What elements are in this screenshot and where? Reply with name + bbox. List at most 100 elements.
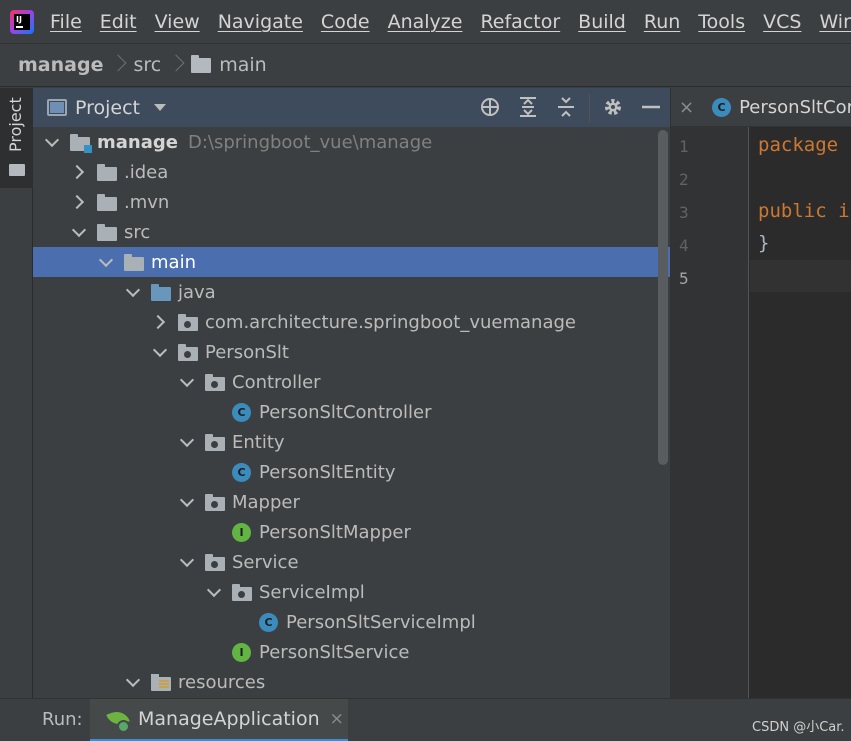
chevron-right-icon[interactable] [151, 313, 169, 331]
tree-item-src[interactable]: src [33, 217, 670, 247]
tree-item-personslt-service[interactable]: I PersonSltService [33, 637, 670, 667]
class-icon: C [232, 463, 252, 482]
tree-item-label: Entity [232, 431, 285, 453]
tree-item-personslt[interactable]: PersonSlt [33, 337, 670, 367]
project-tree: manage D:\springboot_vue\manage .idea .m… [33, 127, 670, 698]
tree-item-resources[interactable]: resources [33, 667, 670, 697]
tree-item-serviceimpl[interactable]: ServiceImpl [33, 577, 670, 607]
tree-item-label: .idea [124, 161, 169, 183]
tree-item-label: ServiceImpl [259, 581, 365, 603]
tree-item-controller[interactable]: Controller [33, 367, 670, 397]
tree-item-mvn[interactable]: .mvn [33, 187, 670, 217]
project-view-icon [47, 99, 67, 116]
gear-icon[interactable] [594, 88, 632, 127]
spring-boot-icon [108, 708, 130, 733]
chevron-down-icon[interactable] [205, 583, 223, 601]
breadcrumb: manage src main [0, 43, 851, 87]
chevron-right-icon [111, 53, 125, 77]
tree-item-personslt-serviceimpl[interactable]: C PersonSltServiceImpl [33, 607, 670, 637]
source-folder-icon [151, 283, 171, 301]
tree-item-mapper[interactable]: Mapper [33, 487, 670, 517]
tree-item-personslt-mapper[interactable]: I PersonSltMapper [33, 517, 670, 547]
menu-file[interactable]: File [50, 11, 82, 33]
breadcrumb-item-main[interactable]: main [219, 54, 266, 76]
menu-bar: IJ File Edit View Navigate Code Analyze … [0, 0, 851, 43]
watermark: CSDN @小Car. [752, 720, 845, 735]
menu-run[interactable]: Run [644, 11, 680, 33]
chevron-down-icon[interactable] [154, 104, 167, 111]
menu-code[interactable]: Code [321, 11, 370, 33]
chevron-down-icon[interactable] [178, 553, 196, 571]
chevron-down-icon[interactable] [43, 133, 61, 151]
menu-vcs[interactable]: VCS [763, 11, 801, 33]
close-icon[interactable]: × [330, 709, 344, 729]
tree-item-personslt-controller[interactable]: C PersonSltController [33, 397, 670, 427]
expand-all-icon[interactable] [509, 88, 547, 127]
tree-item-label: src [124, 221, 151, 243]
chevron-down-icon[interactable] [70, 223, 88, 241]
tree-item-main[interactable]: main [33, 247, 670, 277]
editor-tab-title[interactable]: PersonSltCor [739, 97, 851, 118]
class-icon: C [232, 403, 252, 422]
intellij-idea-icon[interactable]: IJ [10, 9, 34, 34]
line-number: 1 [679, 137, 689, 156]
project-view-selector[interactable]: Project [75, 97, 140, 119]
menu-tools[interactable]: Tools [698, 11, 745, 33]
menu-navigate[interactable]: Navigate [218, 11, 303, 33]
menu-window[interactable]: Window [819, 11, 851, 33]
minimize-icon[interactable] [632, 88, 670, 127]
tree-item-personslt-entity[interactable]: C PersonSltEntity [33, 457, 670, 487]
tree-item-label: PersonSltController [259, 401, 432, 423]
chevron-down-icon[interactable] [151, 343, 169, 361]
line-number-gutter: 1 2 3 4 5 [671, 127, 749, 698]
menu-build[interactable]: Build [578, 11, 626, 33]
tree-item-package[interactable]: com.architecture.springboot_vuemanage [33, 307, 670, 337]
tree-item-label: com.architecture.springboot_vuemanage [205, 311, 576, 333]
tree-item-entity[interactable]: Entity [33, 427, 670, 457]
menu-edit[interactable]: Edit [100, 11, 137, 33]
chevron-right-icon [169, 53, 183, 77]
breadcrumb-item-src[interactable]: src [133, 54, 161, 76]
chevron-down-icon[interactable] [97, 253, 115, 271]
chevron-down-icon[interactable] [178, 373, 196, 391]
tree-item-java[interactable]: java [33, 277, 670, 307]
tree-item-label: PersonSltMapper [259, 521, 411, 543]
chevron-down-icon[interactable] [124, 283, 142, 301]
tree-item-label: PersonSltService [259, 641, 410, 663]
tree-item-label: PersonSlt [205, 341, 289, 363]
close-icon[interactable]: × [679, 97, 694, 118]
chevron-down-icon[interactable] [124, 673, 142, 691]
tree-item-label: PersonSltEntity [259, 461, 396, 483]
package-icon [232, 583, 252, 601]
code-line-3[interactable]: public i [758, 200, 850, 222]
resources-folder-icon [151, 673, 171, 691]
chevron-down-icon[interactable] [178, 493, 196, 511]
folder-icon [124, 253, 144, 271]
folder-icon [9, 164, 25, 176]
chevron-right-icon[interactable] [70, 193, 88, 211]
menu-analyze[interactable]: Analyze [388, 11, 463, 33]
chevron-down-icon[interactable] [178, 433, 196, 451]
package-icon [205, 433, 225, 451]
line-number: 2 [679, 170, 689, 189]
tree-item-idea[interactable]: .idea [33, 157, 670, 187]
tree-item-service[interactable]: Service [33, 547, 670, 577]
tree-item-manage[interactable]: manage D:\springboot_vue\manage [33, 127, 670, 157]
menu-view[interactable]: View [155, 11, 200, 33]
menu-refactor[interactable]: Refactor [480, 11, 560, 33]
code-line-1[interactable]: package [758, 134, 838, 156]
project-tool-tab[interactable]: Project [0, 88, 33, 188]
code-line-4[interactable]: } [758, 232, 769, 254]
editor-tab-bar: × C PersonSltCor [671, 88, 851, 127]
locate-icon[interactable] [471, 88, 509, 127]
folder-icon [97, 163, 117, 181]
run-tab-manageapplication[interactable]: ManageApplication × [90, 699, 348, 741]
breadcrumb-item-manage[interactable]: manage [18, 54, 103, 76]
vertical-scrollbar[interactable] [658, 130, 668, 465]
chevron-right-icon[interactable] [70, 163, 88, 181]
collapse-all-icon[interactable] [547, 88, 585, 127]
